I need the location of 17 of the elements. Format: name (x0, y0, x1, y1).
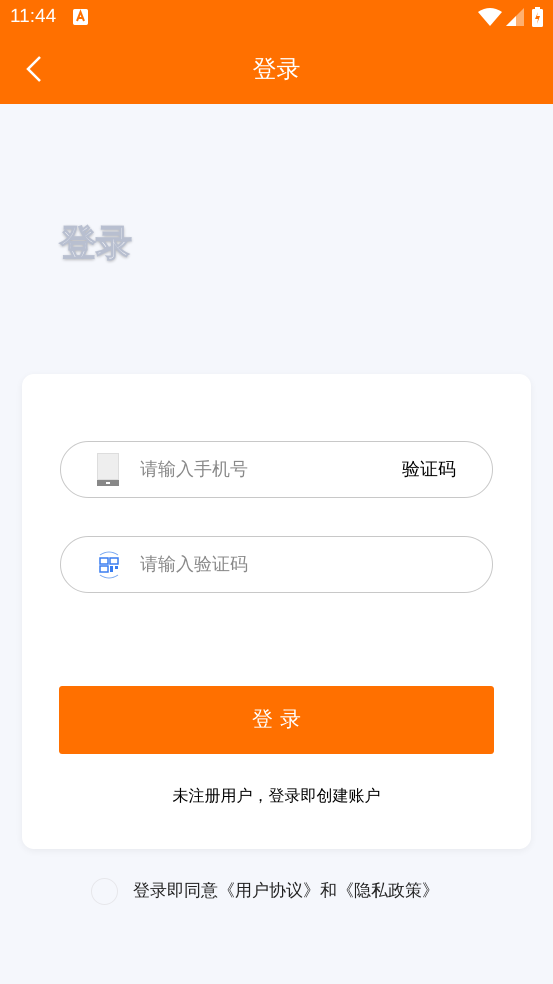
signal-icon (506, 8, 524, 26)
code-button[interactable]: 验证码 (402, 456, 456, 483)
status-time: 11:44 (10, 4, 56, 29)
wifi-icon (478, 8, 502, 26)
back-icon (26, 55, 42, 83)
battery-icon (532, 7, 543, 27)
agreement-text: 登录即同意《用户协议》和《隐私政策》 (133, 880, 439, 903)
code-field[interactable]: 请输入验证码 (60, 536, 493, 593)
phone-input[interactable]: 请输入手机号 (140, 456, 402, 483)
qr-code-icon (97, 548, 121, 580)
code-input[interactable]: 请输入验证码 (140, 551, 456, 578)
hero-title: 登录 (60, 226, 132, 262)
header-title: 登录 (252, 54, 300, 85)
phone-field[interactable]: 请输入手机号 验证码 (60, 441, 493, 498)
phone-icon (97, 453, 119, 486)
notification-icon (73, 9, 88, 25)
register-hint: 未注册用户，登录即创建账户 (172, 785, 382, 807)
